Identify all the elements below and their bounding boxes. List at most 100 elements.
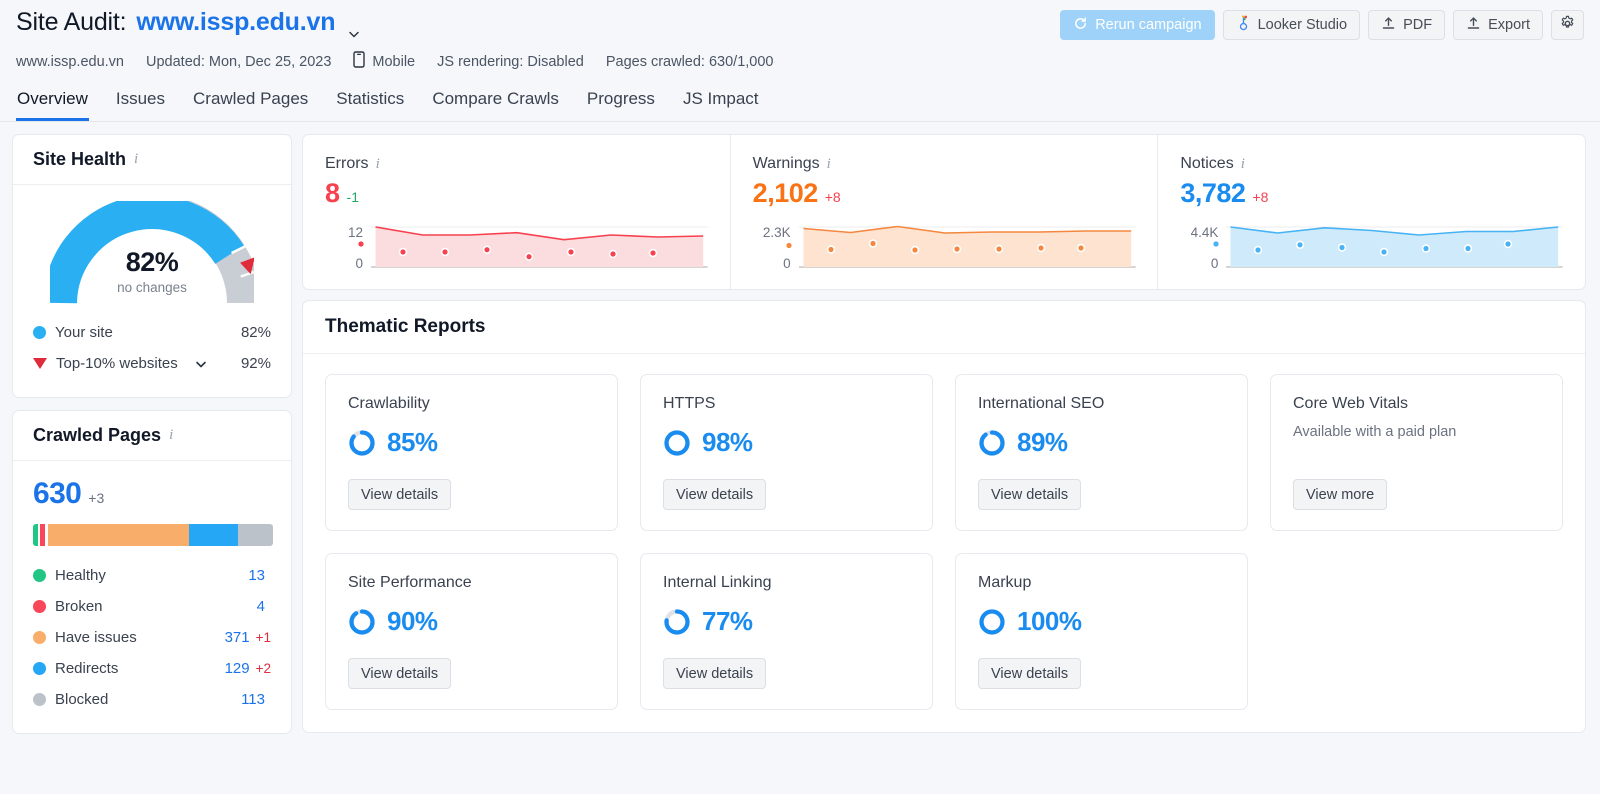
meta-pages-crawled: Pages crawled: 630/1,000 xyxy=(606,54,774,70)
stat-notices-sparkline: 4.4K 0 xyxy=(1180,223,1563,271)
legend-dot-your-site xyxy=(33,326,46,339)
bar-segment-redirects xyxy=(189,524,238,546)
issue-stats-card: Errors i 8 -1 12 0 xyxy=(302,134,1586,290)
mobile-icon xyxy=(353,51,365,72)
donut-icon xyxy=(978,429,1006,457)
meta-js-rendering: JS rendering: Disabled xyxy=(437,54,584,70)
export-button[interactable]: Export xyxy=(1453,10,1543,40)
stat-errors: Errors i 8 -1 12 0 xyxy=(303,135,730,289)
cp-row-healthy: Healthy 13 xyxy=(33,560,271,591)
settings-button[interactable] xyxy=(1551,10,1584,40)
thematic-card-crawlability[interactable]: Crawlability 85% View details xyxy=(325,374,618,531)
tab-js-impact[interactable]: JS Impact xyxy=(682,89,760,121)
crawled-pages-title: Crawled Pages xyxy=(33,425,161,446)
thematic-card-core-web-vitals[interactable]: Core Web Vitals Available with a paid pl… xyxy=(1270,374,1563,531)
site-health-card: Site Health i xyxy=(12,134,292,398)
crawled-pages-header: Crawled Pages i xyxy=(13,411,291,461)
stat-warnings-title: Warnings xyxy=(753,155,820,173)
crawled-pages-total: 630 xyxy=(33,477,81,511)
site-health-change: no changes xyxy=(50,280,254,295)
crawled-pages-legend: Healthy 13 Broken 4 Have xyxy=(33,560,271,715)
legend-value-top10: 92% xyxy=(241,355,271,372)
page-title: Site Audit: www.issp.edu.vn xyxy=(16,8,347,37)
legend-item-your-site: Your site 82% xyxy=(33,317,271,348)
legend-item-top10[interactable]: Top-10% websites 92% xyxy=(33,348,271,379)
thematic-title-https: HTTPS xyxy=(663,395,910,413)
legend-value-your-site: 82% xyxy=(241,324,271,341)
view-details-https[interactable]: View details xyxy=(663,479,766,510)
legend-dot-blocked xyxy=(33,693,46,706)
cp-value-redirects[interactable]: 129 xyxy=(225,660,250,677)
cp-value-healthy[interactable]: 13 xyxy=(248,567,265,584)
info-icon[interactable]: i xyxy=(134,152,138,167)
axis-min-errors: 0 xyxy=(325,256,363,271)
site-audit-page: Site Audit: www.issp.edu.vn Rerun campai… xyxy=(0,0,1600,794)
cp-value-have-issues[interactable]: 371 xyxy=(225,629,250,646)
looker-studio-button[interactable]: Looker Studio xyxy=(1223,10,1360,40)
stat-notices-title: Notices xyxy=(1180,155,1233,173)
donut-icon xyxy=(663,608,691,636)
pdf-button[interactable]: PDF xyxy=(1368,10,1445,40)
thematic-pct-internal-linking: 77% xyxy=(702,606,753,637)
thematic-card-https[interactable]: HTTPS 98% View details xyxy=(640,374,933,531)
site-health-legend: Your site 82% Top-10% websites 92% xyxy=(13,313,291,397)
tab-compare-crawls[interactable]: Compare Crawls xyxy=(431,89,560,121)
view-more-core-web-vitals[interactable]: View more xyxy=(1293,479,1387,510)
tab-issues[interactable]: Issues xyxy=(115,89,166,121)
stat-warnings-value: 2,102 xyxy=(753,178,818,209)
site-health-value: 82% xyxy=(50,247,254,278)
cp-value-broken[interactable]: 4 xyxy=(257,598,265,615)
rerun-campaign-button[interactable]: Rerun campaign xyxy=(1060,10,1214,40)
view-details-markup[interactable]: View details xyxy=(978,658,1081,689)
view-details-internal-linking[interactable]: View details xyxy=(663,658,766,689)
info-icon[interactable]: i xyxy=(169,428,173,443)
stat-notices-value: 3,782 xyxy=(1180,178,1245,209)
cp-value-blocked[interactable]: 113 xyxy=(241,691,265,708)
cp-label-have-issues: Have issues xyxy=(55,629,137,646)
thematic-card-site-performance[interactable]: Site Performance 90% View details xyxy=(325,553,618,710)
cp-label-blocked: Blocked xyxy=(55,691,108,708)
donut-icon xyxy=(348,429,376,457)
header-meta: www.issp.edu.vn Updated: Mon, Dec 25, 20… xyxy=(16,51,1584,72)
thematic-card-international-seo[interactable]: International SEO 89% View details xyxy=(955,374,1248,531)
thematic-card-internal-linking[interactable]: Internal Linking 77% View details xyxy=(640,553,933,710)
chevron-down-icon[interactable] xyxy=(194,357,208,371)
cp-row-have-issues: Have issues 371 +1 xyxy=(33,622,271,653)
stat-errors-title: Errors xyxy=(325,155,369,173)
view-details-site-performance[interactable]: View details xyxy=(348,658,451,689)
cp-label-broken: Broken xyxy=(55,598,103,615)
stat-warnings: Warnings i 2,102 +8 2.3K 0 xyxy=(730,135,1158,289)
stat-errors-delta: -1 xyxy=(347,189,359,205)
info-icon[interactable]: i xyxy=(827,157,831,172)
donut-icon xyxy=(663,429,691,457)
thematic-reports-grid: Crawlability 85% View details xyxy=(303,354,1585,732)
legend-dot-have-issues xyxy=(33,631,46,644)
thematic-pct-markup: 100% xyxy=(1017,606,1082,637)
crawled-pages-total-delta: +3 xyxy=(88,490,104,506)
thematic-card-markup[interactable]: Markup 100% View details xyxy=(955,553,1248,710)
thematic-reports-title: Thematic Reports xyxy=(325,316,1563,338)
donut-icon xyxy=(348,608,376,636)
upload-icon xyxy=(1466,16,1481,35)
info-icon[interactable]: i xyxy=(376,157,380,172)
stat-warnings-delta: +8 xyxy=(825,189,841,205)
tab-progress[interactable]: Progress xyxy=(586,89,656,121)
thematic-title-internal-linking: Internal Linking xyxy=(663,574,910,592)
tab-overview[interactable]: Overview xyxy=(16,89,89,121)
legend-label-top10: Top-10% websites xyxy=(56,355,178,372)
thematic-title-crawlability: Crawlability xyxy=(348,395,595,413)
axis-min-warnings: 0 xyxy=(753,256,791,271)
legend-dot-broken xyxy=(33,600,46,613)
cp-delta-redirects: +2 xyxy=(256,661,271,676)
view-details-crawlability[interactable]: View details xyxy=(348,479,451,510)
tab-statistics[interactable]: Statistics xyxy=(335,89,405,121)
project-domain-link[interactable]: www.issp.edu.vn xyxy=(136,8,335,37)
main-content: Site Health i xyxy=(0,122,1600,734)
refresh-icon xyxy=(1073,16,1088,35)
axis-max-errors: 12 xyxy=(325,225,363,240)
cp-row-blocked: Blocked 113 xyxy=(33,684,271,715)
header-actions: Rerun campaign Looker Studio xyxy=(1060,8,1584,40)
tab-crawled-pages[interactable]: Crawled Pages xyxy=(192,89,309,121)
view-details-international-seo[interactable]: View details xyxy=(978,479,1081,510)
info-icon[interactable]: i xyxy=(1241,157,1245,172)
